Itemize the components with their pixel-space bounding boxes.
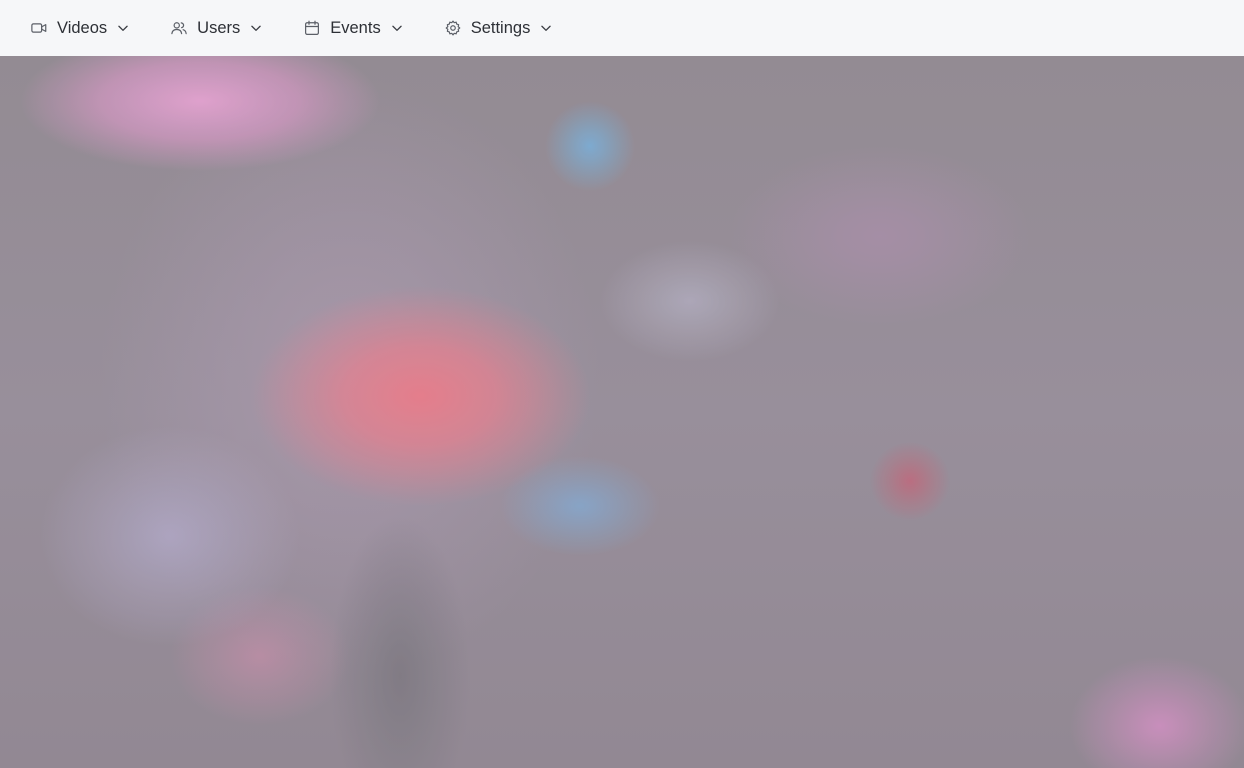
chevron-down-icon — [249, 21, 263, 35]
calendar-icon — [303, 19, 321, 37]
video-camera-icon — [30, 19, 48, 37]
chevron-down-icon — [390, 21, 404, 35]
chevron-down-icon — [539, 21, 553, 35]
nav-item-videos[interactable]: Videos — [30, 8, 130, 48]
nav-item-label: Videos — [57, 18, 108, 37]
gear-icon — [444, 19, 462, 37]
nav-item-label: Events — [330, 18, 381, 37]
top-navigation-bar: Videos Users Events Settings — [0, 0, 1244, 56]
nav-item-events[interactable]: Events — [303, 8, 403, 48]
blur-overlay — [0, 56, 1244, 768]
chevron-down-icon — [116, 21, 130, 35]
users-icon — [170, 19, 188, 37]
nav-item-users[interactable]: Users — [170, 8, 263, 48]
blurred-video-background — [0, 56, 1244, 768]
nav-item-label: Settings — [470, 18, 531, 37]
nav-item-label: Users — [197, 18, 241, 37]
nav-item-settings[interactable]: Settings — [444, 8, 554, 48]
